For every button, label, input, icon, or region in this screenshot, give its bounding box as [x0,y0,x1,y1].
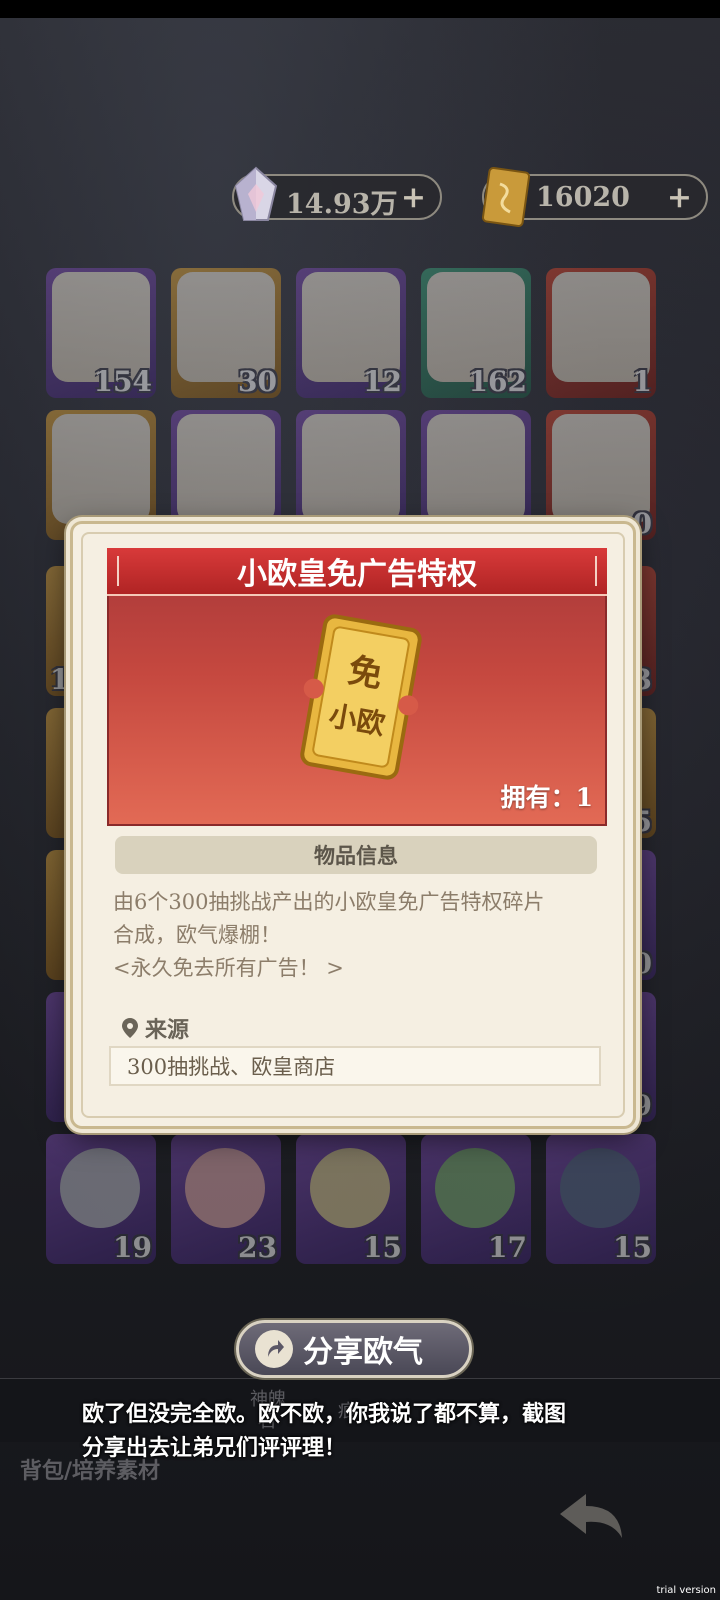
item-count: 15 [613,1231,652,1264]
item-count: 23 [238,1231,277,1264]
grid-item[interactable]: 162 [421,268,531,398]
share-button-label: 分享欧气 [303,1335,423,1370]
share-caption: 欧了但没完全欧。欧不欧，你我说了都不算，截图 分享出去让弟兄们评评理！ [82,1398,622,1466]
grid-item[interactable]: 1 [546,268,656,398]
grid-item[interactable]: 12 [296,268,406,398]
caption-line-1: 欧了但没完全欧。欧不欧，你我说了都不算，截图 [82,1402,567,1427]
purple-medal-icon [427,414,525,524]
caption-line-2: 分享出去让弟兄们评评理！ [82,1436,347,1461]
source-label: 来源 [145,1017,190,1043]
owned-count: 拥有：1 [500,783,593,812]
item-banner: 小欧皇免广告特权 免 小欧 拥有：1 [107,548,607,826]
item-info-header: 物品信息 [115,836,597,874]
tickets-value: 16020 [536,182,630,213]
grid-item[interactable]: 15 [546,1134,656,1264]
item-description: 由6个300抽挑战产出的小欧皇免广告特权碎片 合成，欧气爆棚！ <永久免去所有广… [113,886,603,985]
gold-scroll-icon [52,414,150,524]
item-count: 15 [363,1231,402,1264]
grid-item[interactable]: 17 [421,1134,531,1264]
item-count: 1 [632,365,652,398]
item-count: 162 [468,365,527,398]
item-count: 12 [363,365,402,398]
description-line: 合成，欧气爆棚！ [113,923,281,947]
portrait-icon [560,1148,640,1228]
ticket-icon [481,166,531,228]
silver-scroll-icon [177,414,275,524]
item-detail-modal: 小欧皇免广告特权 免 小欧 拥有：1 物品信息 由6个300抽挑战产出的小欧皇免… [70,521,636,1129]
source-label-row: 来源 [121,1012,189,1044]
item-count: 1 [50,663,70,696]
svg-text:免: 免 [345,651,385,696]
gems-currency[interactable]: 14.93万 + [232,166,442,221]
grid-item[interactable]: 23 [171,1134,281,1264]
portrait-icon [185,1148,265,1228]
tickets-add-button[interactable]: + [667,180,692,215]
red-medal-icon [302,414,400,524]
grid-item[interactable]: 154 [46,268,156,398]
portrait-icon [310,1148,390,1228]
background-screen: 14.93万 + 16020 + 154 30 12 162 1 0 1 3 5… [0,18,720,1600]
tickets-currency[interactable]: 16020 + [481,166,708,228]
item-count: 17 [488,1231,527,1264]
grid-item[interactable]: 19 [46,1134,156,1264]
item-count: 154 [93,365,152,398]
source-value: 300抽挑战、欧皇商店 [109,1046,601,1086]
exempt-ticket-icon: 免 小欧 [300,614,422,780]
share-luck-button[interactable]: 分享欧气 [236,1320,472,1378]
share-arrow-icon [255,1330,293,1368]
item-count: 30 [238,365,277,398]
location-pin-icon [122,1018,138,1038]
crystal-icon [234,166,278,221]
description-line: <永久免去所有广告！ > [113,956,344,980]
back-arrow-icon[interactable] [556,1488,628,1544]
item-count: 19 [113,1231,152,1264]
gems-add-button[interactable]: + [401,180,426,215]
item-title: 小欧皇免广告特权 [107,548,607,596]
grid-item[interactable]: 30 [171,268,281,398]
gems-value: 14.93万 [286,189,398,220]
portrait-icon [435,1148,515,1228]
grid-item[interactable]: 15 [296,1134,406,1264]
trial-watermark: trial version [656,1585,716,1596]
description-line: 由6个300抽挑战产出的小欧皇免广告特权碎片 [113,890,545,914]
portrait-icon [60,1148,140,1228]
